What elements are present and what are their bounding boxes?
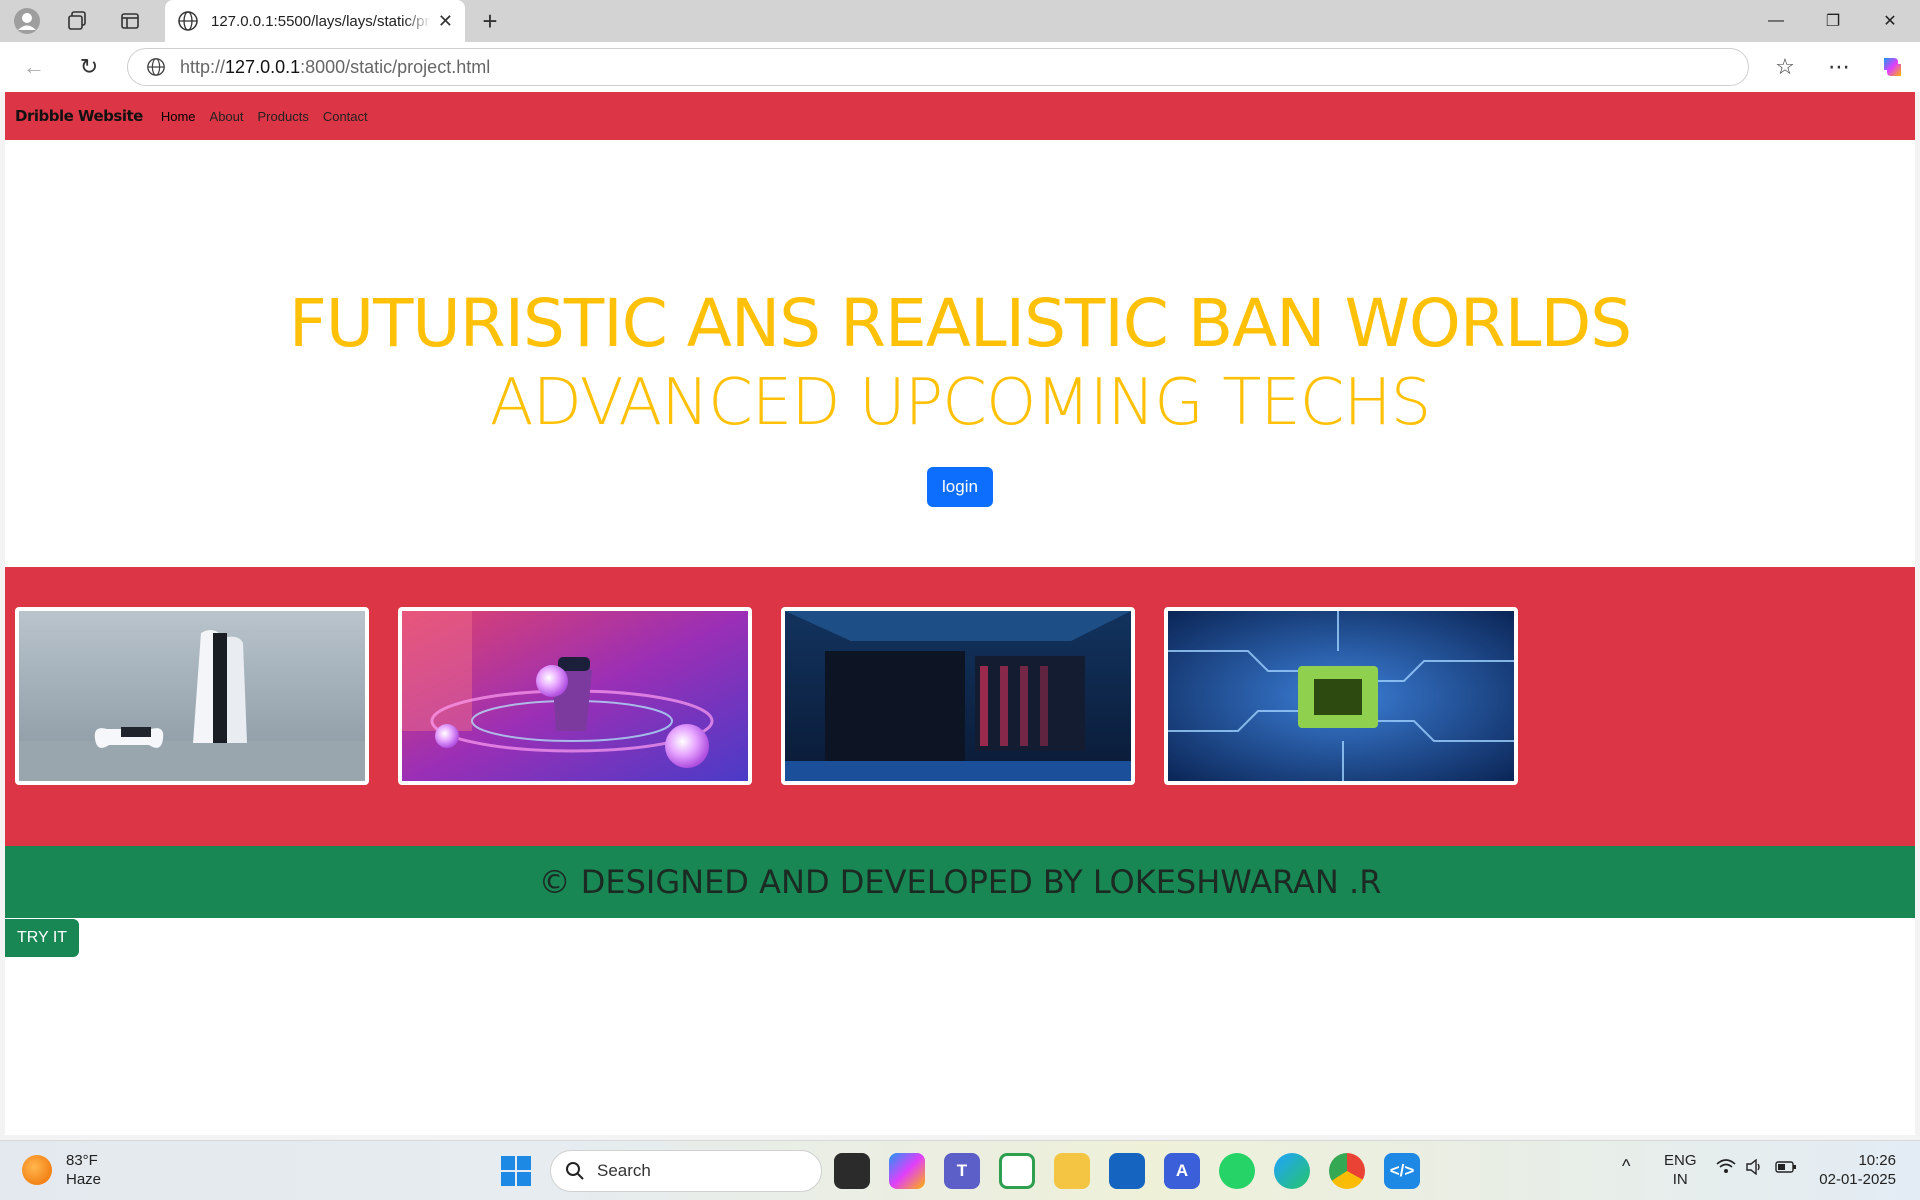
teams-icon[interactable]: T bbox=[944, 1153, 980, 1189]
clock-time: 10:26 bbox=[1858, 1152, 1896, 1169]
site-info-icon[interactable] bbox=[146, 57, 166, 77]
nav-link-home[interactable]: Home bbox=[161, 109, 196, 124]
address-bar[interactable]: http://127.0.0.1:8000/static/project.htm… bbox=[127, 48, 1749, 86]
footer-credit: © DESIGNED AND DEVELOPED BY LOKESHWARAN … bbox=[538, 863, 1382, 901]
url-rest: :8000/static/project.html bbox=[300, 56, 491, 77]
close-window-icon[interactable]: ✕ bbox=[1862, 0, 1918, 42]
battery-icon[interactable] bbox=[1775, 1160, 1797, 1179]
back-icon[interactable]: ← bbox=[16, 49, 52, 85]
new-tab-icon[interactable]: + bbox=[474, 5, 506, 37]
show-hidden-icons[interactable]: ^ bbox=[1622, 1157, 1630, 1176]
copilot-icon[interactable] bbox=[1874, 49, 1910, 85]
search-icon bbox=[566, 1162, 584, 1180]
file-explorer-icon[interactable] bbox=[1054, 1153, 1090, 1189]
site-footer: © DESIGNED AND DEVELOPED BY LOKESHWARAN … bbox=[5, 846, 1915, 918]
page-viewport: Dribble Website Home About Products Cont… bbox=[5, 92, 1915, 1135]
wifi-icon[interactable] bbox=[1716, 1159, 1736, 1180]
copilot-app-icon[interactable] bbox=[889, 1153, 925, 1189]
site-brand[interactable]: Dribble Website bbox=[15, 107, 143, 125]
refresh-icon[interactable]: ↻ bbox=[71, 49, 107, 85]
gallery-image-console bbox=[15, 607, 369, 785]
minimize-icon[interactable]: — bbox=[1748, 0, 1804, 42]
close-tab-icon[interactable]: ✕ bbox=[438, 11, 453, 32]
more-menu-icon[interactable]: ⋯ bbox=[1821, 49, 1857, 85]
active-tab[interactable]: 127.0.0.1:5500/lays/lays/static/project.… bbox=[165, 0, 465, 42]
browser-tab-bar: 127.0.0.1:5500/lays/lays/static/project.… bbox=[0, 0, 1920, 42]
search-label: Search bbox=[597, 1161, 651, 1180]
weather-condition: Haze bbox=[66, 1171, 102, 1188]
nav-link-contact[interactable]: Contact bbox=[323, 109, 368, 124]
vertical-tabs-icon[interactable] bbox=[108, 5, 152, 37]
clock-date: 02-01-2025 bbox=[1819, 1171, 1896, 1188]
taskbar-search[interactable]: Search bbox=[550, 1150, 822, 1192]
globe-icon bbox=[178, 11, 198, 31]
url-prefix: http:// bbox=[180, 56, 226, 77]
task-view-icon[interactable] bbox=[834, 1153, 870, 1189]
region-code: IN bbox=[1672, 1171, 1688, 1188]
store-icon[interactable] bbox=[1109, 1153, 1145, 1189]
restore-icon[interactable]: ❐ bbox=[1805, 0, 1861, 42]
weather-temp: 83°F bbox=[66, 1152, 98, 1169]
image-gallery bbox=[5, 567, 1915, 846]
chrome-icon[interactable] bbox=[1329, 1153, 1365, 1189]
hero-subheadline: ADVANCED UPCOMING TECHS bbox=[489, 366, 1431, 440]
volume-icon[interactable] bbox=[1745, 1158, 1763, 1180]
sync-app-icon[interactable] bbox=[999, 1153, 1035, 1189]
browser-toolbar: ← ↻ http://127.0.0.1:8000/static/project… bbox=[0, 42, 1920, 92]
login-button[interactable]: login bbox=[927, 467, 993, 507]
whatsapp-icon[interactable] bbox=[1219, 1153, 1255, 1189]
url-text: http://127.0.0.1:8000/static/project.htm… bbox=[180, 57, 490, 78]
site-navbar: Dribble Website Home About Products Cont… bbox=[5, 92, 1915, 140]
nav-link-about[interactable]: About bbox=[210, 109, 244, 124]
weather-haze-icon bbox=[22, 1155, 52, 1185]
gallery-image-vr bbox=[398, 607, 752, 785]
language-indicator[interactable]: ENG IN bbox=[1664, 1151, 1697, 1189]
nav-link-products[interactable]: Products bbox=[258, 109, 309, 124]
language-code: ENG bbox=[1664, 1152, 1697, 1169]
windows-start-icon[interactable] bbox=[500, 1155, 532, 1187]
tab-title: 127.0.0.1:5500/lays/lays/static/project.… bbox=[211, 12, 431, 30]
edge-icon[interactable] bbox=[1274, 1153, 1310, 1189]
arc-app-icon[interactable]: A bbox=[1164, 1153, 1200, 1189]
favorites-icon[interactable]: ☆ bbox=[1767, 49, 1803, 85]
workspaces-icon[interactable] bbox=[55, 5, 99, 37]
profile-icon[interactable] bbox=[5, 5, 49, 37]
gallery-image-servers bbox=[781, 607, 1135, 785]
windows-taskbar: 83°F Haze Search T A </> ^ ENG IN 10:26 … bbox=[0, 1140, 1920, 1200]
url-host: 127.0.0.1 bbox=[225, 56, 301, 77]
clock[interactable]: 10:26 02-01-2025 bbox=[1814, 1151, 1896, 1189]
gallery-image-chip bbox=[1164, 607, 1518, 785]
hero-headline: FUTURISTIC ANS REALISTIC BAN WORLDS bbox=[288, 285, 1632, 362]
weather-widget[interactable]: 83°F Haze bbox=[22, 1151, 101, 1189]
vscode-icon[interactable]: </> bbox=[1384, 1153, 1420, 1189]
try-it-button[interactable]: TRY IT bbox=[5, 919, 79, 957]
hero-section: FUTURISTIC ANS REALISTIC BAN WORLDS ADVA… bbox=[5, 140, 1915, 567]
